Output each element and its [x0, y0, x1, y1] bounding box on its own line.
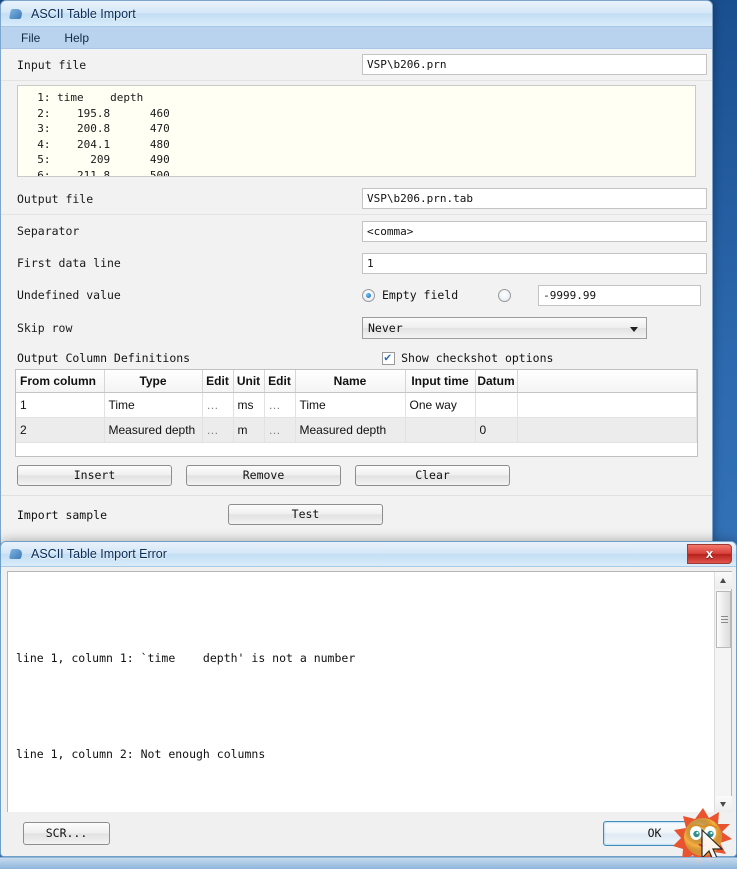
insert-button[interactable]: Insert	[17, 465, 172, 486]
scroll-down-icon[interactable]	[715, 796, 732, 813]
list-item[interactable]: line 1, column 1: `time depth' is not a …	[16, 642, 706, 674]
menu-item-file[interactable]: File	[11, 29, 50, 47]
output-file-field[interactable]: VSP\b206.prn.tab	[362, 188, 707, 209]
show-checkshot-options-checkbox[interactable]	[382, 350, 396, 365]
th-filler	[517, 370, 697, 393]
first-data-line-label: First data line	[17, 256, 121, 270]
th-datum[interactable]: Datum	[475, 370, 518, 393]
column-defs-label: Output Column Definitions	[17, 351, 191, 365]
cell-edit-2[interactable]: …	[264, 392, 296, 418]
th-from-column[interactable]: From column	[16, 370, 105, 393]
taskbar-strip	[0, 857, 737, 869]
skip-row-label: Skip row	[17, 321, 73, 335]
cell-datum[interactable]	[475, 392, 518, 418]
th-edit-1[interactable]: Edit	[202, 370, 234, 393]
radio-custom-value[interactable]	[498, 288, 512, 302]
table-action-buttons: Insert Remove Clear	[1, 457, 712, 486]
input-file-label: Input file	[17, 57, 87, 72]
error-dialog-footer: SCR... OK	[1, 812, 736, 856]
show-checkshot-options-label: Show checkshot options	[401, 351, 554, 365]
radio-empty-field[interactable]	[362, 288, 375, 302]
error-dialog-titlebar[interactable]: ASCII Table Import Error x	[1, 542, 736, 567]
th-unit[interactable]: Unit	[233, 370, 265, 393]
cell-datum[interactable]: 0	[475, 417, 518, 443]
undefined-value-row: Undefined value Empty field -9999.99	[1, 279, 712, 311]
cell-filler	[517, 417, 697, 443]
cell-type[interactable]: Measured depth	[104, 417, 203, 443]
close-icon[interactable]: x	[687, 544, 732, 564]
input-file-field[interactable]: VSP\b206.prn	[362, 54, 707, 75]
cell-from-column[interactable]: 2	[16, 417, 105, 443]
scrollbar-thumb[interactable]	[716, 591, 731, 648]
table-row[interactable]: 1 Time … ms … Time One way	[16, 392, 697, 418]
cell-unit[interactable]: m	[233, 417, 265, 443]
list-item[interactable]: line 1, column 2: Not enough columns	[16, 738, 706, 770]
cell-edit-1[interactable]: …	[202, 392, 234, 418]
ascii-table-import-error-dialog: ASCII Table Import Error x line 1, colum…	[0, 541, 737, 857]
import-sample-row: Import sample Test	[1, 495, 712, 525]
column-definitions-table-container[interactable]: From column Type Edit Unit Edit Name Inp…	[15, 369, 698, 457]
main-window-titlebar[interactable]: ASCII Table Import	[1, 1, 712, 27]
import-sample-label: Import sample	[17, 507, 108, 522]
remove-button[interactable]: Remove	[186, 465, 341, 486]
error-list[interactable]: line 1, column 1: `time depth' is not a …	[8, 572, 714, 813]
scr-button[interactable]: SCR...	[23, 822, 110, 845]
cell-name[interactable]: Time	[295, 392, 406, 418]
cell-edit-2[interactable]: …	[264, 417, 296, 443]
file-preview-container: 1: time depth 2: 195.8 460 3: 200.8 470 …	[1, 81, 712, 183]
th-type[interactable]: Type	[104, 370, 203, 393]
menu-bar: File Help	[1, 27, 712, 49]
cell-filler	[517, 392, 697, 418]
output-file-row: Output file VSP\b206.prn.tab	[1, 183, 712, 215]
skip-row-combobox[interactable]: Never	[362, 317, 647, 339]
clear-button[interactable]: Clear	[355, 465, 510, 486]
undefined-value-label: Undefined value	[17, 288, 121, 302]
ascii-table-import-window: ASCII Table Import File Help Input file …	[0, 0, 713, 545]
scroll-up-icon[interactable]	[715, 572, 732, 589]
input-file-row: Input file VSP\b206.prn	[1, 49, 712, 81]
column-definitions-table: From column Type Edit Unit Edit Name Inp…	[16, 370, 697, 443]
column-defs-header: Output Column Definitions Show checkshot…	[1, 345, 712, 369]
test-button[interactable]: Test	[228, 504, 383, 525]
first-data-line-field[interactable]: 1	[362, 252, 707, 274]
cell-from-column[interactable]: 1	[16, 392, 105, 418]
separator-field[interactable]: <comma>	[362, 220, 707, 242]
error-dialog-title: ASCII Table Import Error	[31, 547, 167, 561]
ok-button[interactable]: OK	[603, 821, 706, 846]
cell-name[interactable]: Measured depth	[295, 417, 406, 443]
table-row[interactable]: 2 Measured depth … m … Measured depth 0	[16, 417, 697, 443]
main-window-title: ASCII Table Import	[31, 6, 136, 21]
separator-row: Separator <comma>	[1, 215, 712, 247]
main-client-area: Input file VSP\b206.prn 1: time depth 2:…	[1, 49, 712, 543]
separator-label: Separator	[17, 224, 80, 238]
th-name[interactable]: Name	[295, 370, 406, 393]
cell-type[interactable]: Time	[104, 392, 203, 418]
skip-row-row: Skip row Never	[1, 311, 712, 345]
file-preview: 1: time depth 2: 195.8 460 3: 200.8 470 …	[17, 85, 696, 177]
th-edit-2[interactable]: Edit	[264, 370, 296, 393]
cell-input-time[interactable]	[405, 417, 476, 443]
undefined-custom-value-field[interactable]: -9999.99	[538, 284, 702, 306]
window-icon	[9, 7, 25, 21]
radio-empty-field-label: Empty field	[382, 288, 459, 302]
skip-row-value: Never	[368, 321, 403, 335]
chevron-down-icon	[630, 327, 638, 332]
cell-input-time[interactable]: One way	[405, 392, 476, 418]
cell-edit-1[interactable]: …	[202, 417, 234, 443]
error-list-scrollbar[interactable]	[714, 572, 732, 813]
th-input-time[interactable]: Input time	[405, 370, 476, 393]
error-list-container: line 1, column 1: `time depth' is not a …	[7, 571, 732, 814]
menu-item-help[interactable]: Help	[54, 29, 99, 47]
cell-unit[interactable]: ms	[233, 392, 265, 418]
first-data-line-row: First data line 1	[1, 247, 712, 279]
window-icon	[9, 547, 25, 561]
table-header-row: From column Type Edit Unit Edit Name Inp…	[16, 370, 697, 393]
output-file-label: Output file	[17, 191, 94, 206]
